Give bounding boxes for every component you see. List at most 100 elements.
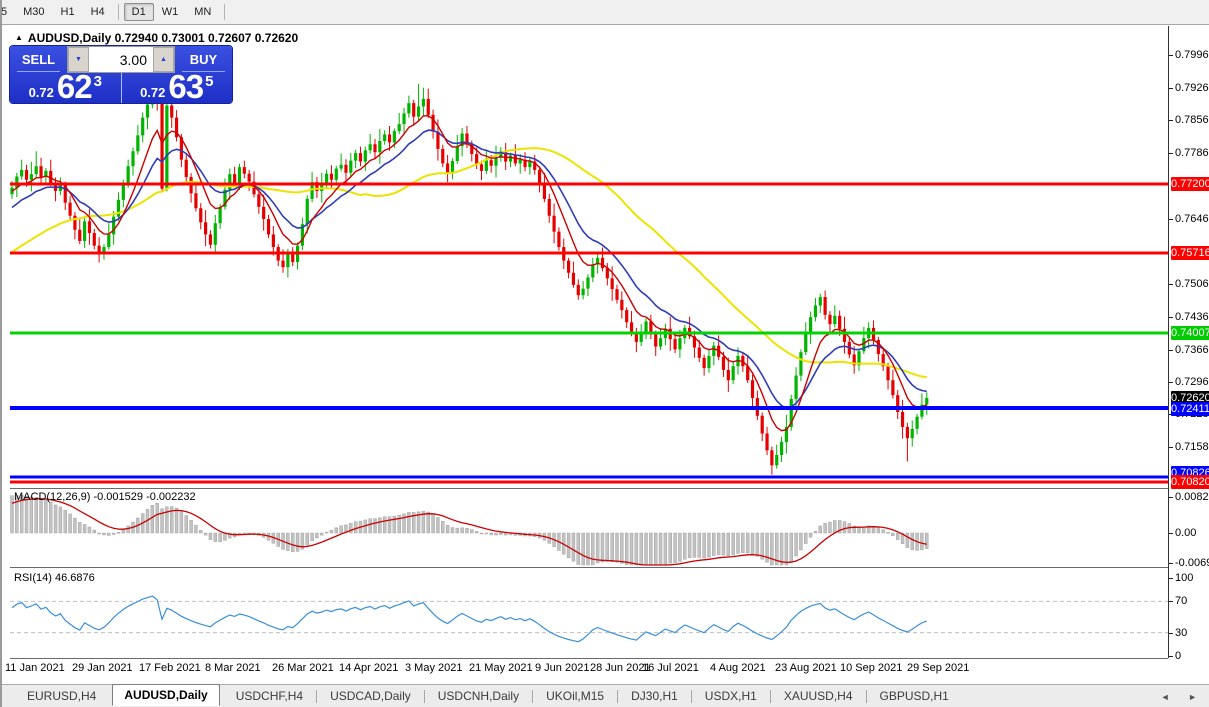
axis-tick-label: 0: [1175, 650, 1182, 662]
chart-title: ▲ AUDUSD,Daily 0.72940 0.73001 0.72607 0.…: [15, 31, 298, 45]
date-label: 21 May 2021: [469, 662, 533, 674]
axis-tick-label: 0.00: [1175, 527, 1197, 539]
date-label: 29 Jan 2021: [72, 662, 133, 674]
time-axis[interactable]: 11 Jan 2021 29 Jan 2021 17 Feb 2021 8 Mar 2…: [2, 662, 1209, 682]
axis-tick-label: 0.74360: [1175, 311, 1209, 323]
axis-tick-mark: [1169, 284, 1173, 285]
timeframe-button-d1[interactable]: D1: [123, 3, 154, 21]
axis-tick-label: 0.72960: [1175, 376, 1209, 388]
tab-divider: [690, 689, 692, 703]
axis-tick-label: 0.75060: [1175, 278, 1209, 290]
buy-price-prefix: 0.72: [140, 84, 166, 100]
tab-gbpusd-h1[interactable]: GBPUSD,H1: [869, 687, 960, 705]
axis-tick-label: 0.79960: [1175, 49, 1209, 61]
sell-price-button[interactable]: 0.72 62 3: [10, 67, 121, 105]
buy-price-pipette: 5: [205, 73, 214, 90]
rsi-indicator-panel[interactable]: [10, 568, 1168, 658]
axis-tick-label: 0.71580: [1175, 441, 1209, 453]
axis-tick-label: 0.76460: [1175, 213, 1209, 225]
timeframe-button-h4[interactable]: H4: [83, 3, 113, 21]
axis-tick-mark: [1169, 350, 1173, 351]
macd-histogram: [10, 495, 929, 566]
tab-usdchf-h4[interactable]: USDCHF,H4: [225, 687, 314, 705]
sell-price-prefix: 0.72: [28, 84, 54, 100]
tab-usdcnh-daily[interactable]: USDCNH,Daily: [427, 687, 530, 705]
axis-tick-mark: [1169, 563, 1173, 564]
buy-price-button[interactable]: 0.72 63 5: [120, 67, 233, 105]
sell-price-big-digits: 62: [56, 67, 93, 105]
timeframe-button-h1[interactable]: H1: [53, 3, 83, 21]
date-label: 16 Jul 2021: [642, 662, 699, 674]
date-label: 9 Jun 2021: [535, 662, 590, 674]
tab-scroll-left-icon[interactable]: ◄: [1161, 692, 1178, 702]
axis-tick-mark: [1169, 55, 1173, 56]
chart-tabs: EURUSD,H4 AUDUSD,Daily USDCHF,H4 USDCAD,Dai…: [16, 684, 960, 707]
axis-tick-0.74360: 0.74360: [1169, 311, 1209, 324]
tab-xauusd-h4[interactable]: XAUUSD,H4: [773, 687, 864, 705]
buy-button[interactable]: BUY: [175, 46, 232, 73]
ma-fast-red-line: [11, 114, 928, 432]
axis-tick-0.71580: 0.71580: [1169, 441, 1209, 454]
buy-price-big-digits: 63: [168, 67, 204, 105]
axis-tick-mark: [1169, 219, 1173, 220]
axis-tick-0.72960: 0.72960: [1169, 376, 1209, 389]
date-label: 17 Feb 2021: [139, 662, 201, 674]
ma-mid-blue-line: [11, 129, 927, 409]
axis-tick-mark: [1169, 656, 1173, 657]
tab-divider: [532, 689, 534, 703]
date-label: 29 Sep 2021: [907, 662, 970, 674]
volume-input[interactable]: 3.00: [89, 47, 153, 72]
axis-tick-0.77860: 0.77860: [1169, 147, 1209, 160]
axis-tick-0.75060: 0.75060: [1169, 278, 1209, 291]
date-label: 4 Aug 2021: [710, 662, 766, 674]
price-badge-0.74007: 0.74007: [1171, 326, 1209, 340]
axis-tick-mark: [1169, 578, 1173, 579]
timeframe-button-m30[interactable]: M30: [15, 3, 52, 21]
symbol-triangle-icon: ▲: [15, 33, 23, 42]
axis-tick-label: 100: [1175, 572, 1194, 584]
date-label: 23 Aug 2021: [775, 662, 837, 674]
one-click-trading-panel: SELL ▼ 3.00 ▲ BUY 0.72 62 3 0.72 63 5: [10, 46, 232, 103]
price-axis[interactable]: 0.79960 0.79260 0.78560 0.77860 0.76460 0.750…: [1169, 26, 1209, 662]
axis-tick--0.006982: -0.006982: [1169, 557, 1209, 570]
tab-eurusd-h4[interactable]: EURUSD,H4: [16, 687, 107, 705]
sell-button[interactable]: SELL: [10, 46, 67, 73]
trading-terminal-window: 5M30H1H4D1W1MN ▲AUDUSD,Daily 0.72940 0.7…: [0, 0, 1209, 707]
axis-tick-mark: [1169, 497, 1173, 498]
tab-divider: [316, 689, 318, 703]
axis-tick-mark: [1169, 447, 1173, 448]
date-label: 11 Jan 2021: [5, 662, 65, 674]
chart-ohlc-values: 0.72940 0.73001 0.72607 0.72620: [114, 31, 299, 45]
axis-tick-0.79260: 0.79260: [1169, 82, 1209, 95]
tab-usdx-h1[interactable]: USDX,H1: [694, 687, 768, 705]
tab-dj30-h1[interactable]: DJ30,H1: [620, 687, 689, 705]
toolbar-separator: [117, 4, 119, 20]
timeframe-button-5[interactable]: 5: [2, 3, 15, 21]
panel-separator[interactable]: [10, 567, 1168, 568]
price-badge-0.72411: 0.72411: [1171, 402, 1209, 416]
tab-audusd-daily[interactable]: AUDUSD,Daily: [112, 684, 220, 706]
panel-separator[interactable]: [10, 488, 1168, 489]
axis-tick-label: 0.78560: [1175, 114, 1209, 126]
axis-tick-0.79960: 0.79960: [1169, 49, 1209, 62]
chart-symbol-label: AUDUSD,Daily: [27, 31, 112, 45]
tab-scroll-right-icon[interactable]: ►: [1188, 692, 1205, 702]
tab-divider: [617, 689, 619, 703]
axis-tick-0.78560: 0.78560: [1169, 114, 1209, 127]
axis-tick-label: -0.006982: [1175, 557, 1209, 569]
tab-usdcad-daily[interactable]: USDCAD,Daily: [319, 687, 422, 705]
date-label: 3 May 2021: [405, 662, 463, 674]
date-label: 8 Mar 2021: [205, 662, 261, 674]
price-badge-0.75716: 0.75716: [1171, 246, 1209, 260]
timeframe-button-w1[interactable]: W1: [154, 3, 187, 21]
price-badge-0.77200: 0.77200: [1171, 177, 1209, 191]
timeframe-toolbar: 5M30H1H4 D1W1MN: [2, 0, 1209, 25]
tab-divider: [865, 689, 867, 703]
axis-tick-100: 100: [1169, 572, 1193, 585]
macd-label: MACD(12,26,9) -0.001529 -0.002232: [14, 491, 196, 503]
timeframe-button-mn[interactable]: MN: [186, 3, 219, 21]
tab-ukoil-m15[interactable]: UKOil,M15: [535, 687, 615, 705]
axis-tick-label: 0.77860: [1175, 147, 1209, 159]
date-label: 26 Mar 2021: [272, 662, 334, 674]
axis-tick-label: 0.008253: [1175, 491, 1209, 503]
